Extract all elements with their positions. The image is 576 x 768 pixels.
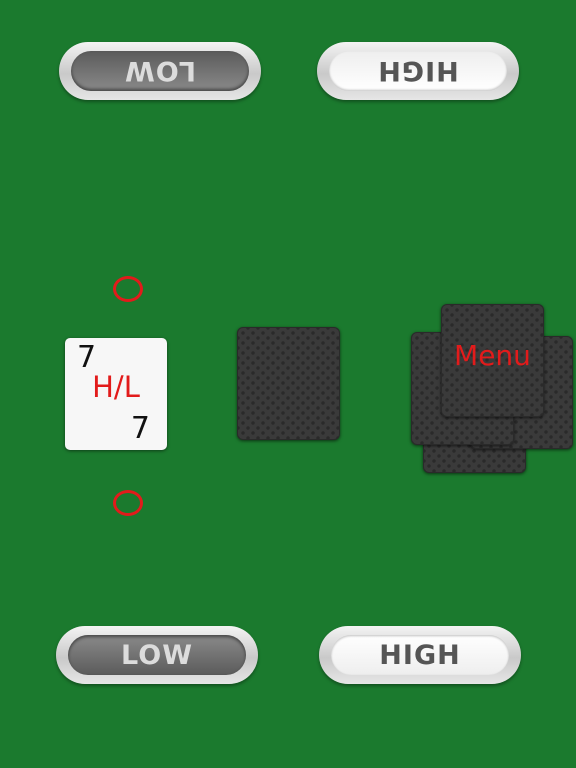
bottom-high-button[interactable]: HIGH [319,626,521,684]
menu-button[interactable]: Menu [441,304,544,417]
bottom-player-marker [113,490,143,516]
bottom-low-button[interactable]: LOW [56,626,258,684]
top-player-marker [113,276,143,302]
current-card: 7 H/L 7 [65,338,167,450]
top-high-label: HIGH [329,51,507,91]
top-low-button[interactable]: LOW [59,42,261,100]
draw-card[interactable] [237,327,340,440]
top-high-button[interactable]: HIGH [317,42,519,100]
bottom-low-label: LOW [68,635,246,675]
bottom-high-label: HIGH [331,635,509,675]
card-rank-bottom: 7 [130,411,150,446]
menu-label: Menu [454,339,531,372]
top-low-label: LOW [71,51,249,91]
card-hl-label: H/L [92,370,140,404]
